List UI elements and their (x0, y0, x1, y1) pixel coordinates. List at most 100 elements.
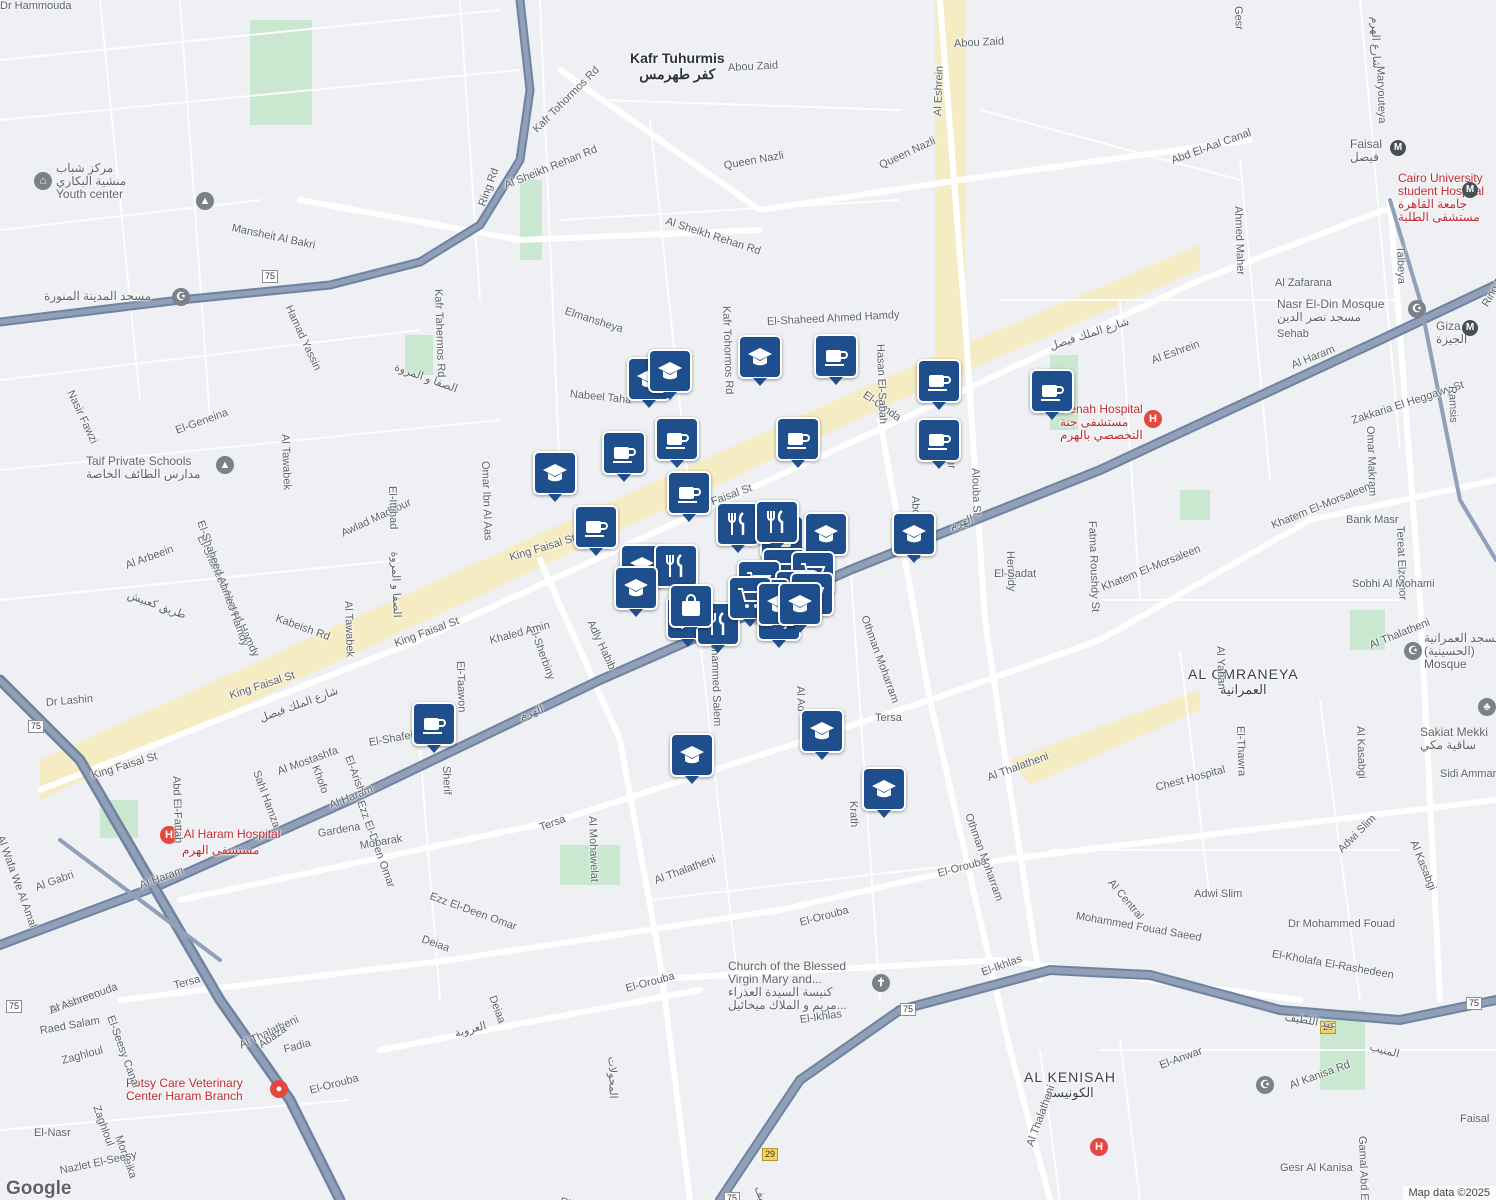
vet-icon: ● (270, 1080, 288, 1098)
poi-omraneya-mosque[interactable]: مسجد العمرانية (الحسينية) Mosque (1424, 632, 1496, 671)
road-label: El-Sadat (994, 568, 1037, 580)
metro-icon[interactable]: M (1390, 140, 1406, 156)
poi-name: Al Haram Hospital (183, 827, 281, 842)
cafe-marker[interactable] (412, 702, 456, 753)
restaurant-marker[interactable] (654, 544, 698, 595)
poi-name: فيصل (1350, 150, 1379, 164)
mosque-icon: ☪ (1256, 1076, 1274, 1094)
school-icon (810, 722, 834, 740)
road-shield: 29 (762, 1148, 779, 1161)
school-icon (872, 780, 896, 798)
road-label: Ramsis (1446, 385, 1460, 423)
school-marker[interactable] (533, 451, 577, 502)
road-label: Alouba St (969, 467, 983, 516)
school-icon (658, 362, 682, 380)
church-icon: ✝ (872, 974, 890, 992)
area-name-en: Kafr Tuhurmis (630, 50, 725, 66)
road-shield: 75 (262, 270, 279, 283)
poi-name: مسجد المدينة المنورة (44, 289, 152, 303)
school-marker[interactable] (862, 767, 906, 818)
road-label: Talbeya (1394, 245, 1408, 285)
restaurant-marker[interactable] (755, 500, 799, 551)
road-label: Gesr Al Kanisa (1280, 1162, 1353, 1174)
metro-icon[interactable]: M (1462, 182, 1478, 198)
poi-sakiat-mekki[interactable]: Sakiat Mekki ساقية مكي (1420, 726, 1488, 752)
poi-youth-center[interactable]: مركز شباب منشية البكاري Youth center (56, 162, 126, 201)
road-label: Sehab (1277, 328, 1309, 340)
road-label: Sidi Ammar (1440, 768, 1496, 780)
poi-name: مستشفى الطلبة (1398, 210, 1480, 224)
shopping-marker[interactable] (669, 584, 713, 635)
school-icon (680, 746, 704, 764)
poi-faisal-metro[interactable]: Faisal فيصل (1350, 138, 1382, 164)
cafe-marker[interactable] (917, 359, 961, 410)
road-label: Krath (847, 800, 860, 828)
road-label: Al Tawabek (342, 600, 356, 658)
area-name-en: AL OMRANEYA (1188, 666, 1299, 682)
poi-name: مسجد نصر الدين (1277, 310, 1361, 324)
road-label: El-Taawon (454, 660, 468, 713)
cafe-icon (787, 433, 810, 449)
school-marker[interactable] (670, 733, 714, 784)
road-label: الصفا و المروة (388, 551, 403, 618)
school-icon: ▲ (216, 456, 234, 474)
cafe-marker[interactable] (574, 505, 618, 556)
road-label: Al Yaban (1214, 645, 1228, 690)
school-icon (814, 525, 838, 543)
mosque-icon: ☪ (1408, 300, 1426, 318)
road-label: El-Nasr (34, 1127, 71, 1139)
road-label: Al Kasabgi (1354, 725, 1368, 779)
cafe-marker[interactable] (814, 334, 858, 385)
museum-icon: ⌂ (34, 172, 52, 190)
area-name-ar: كفر طهرمس (639, 66, 716, 82)
cafe-marker[interactable] (776, 417, 820, 468)
road-label: Faisal (1460, 1113, 1490, 1125)
cafe-marker[interactable] (655, 417, 699, 468)
poi-nasr-el-din-mosque[interactable]: Nasr El-Din Mosque مسجد نصر الدين (1277, 298, 1384, 324)
school-marker[interactable] (892, 512, 936, 563)
road-label: Gesr (1232, 5, 1245, 31)
map-canvas[interactable]: Kafr Tuhurmis كفر طهرمس AL OMRANEYA العم… (0, 0, 1496, 1200)
school-marker[interactable] (804, 512, 848, 563)
cafe-marker[interactable] (917, 418, 961, 469)
shopping-icon (682, 594, 700, 616)
road-label: El-Ittihad (386, 485, 400, 530)
cafe-icon (825, 350, 848, 366)
school-marker[interactable] (800, 709, 844, 760)
poi-taif-private-schools[interactable]: Taif Private Schools مدارس الطائف الخاصة (86, 455, 200, 481)
school-marker[interactable] (738, 335, 782, 386)
school-marker[interactable] (614, 566, 658, 617)
road-label: المحولات (605, 1056, 619, 1099)
cafe-icon (423, 718, 446, 734)
area-name-ar: الكونيسة (1046, 1085, 1094, 1100)
cafe-icon (678, 487, 701, 503)
restaurant-marker[interactable] (716, 502, 760, 553)
cafe-icon (1041, 385, 1064, 401)
cafe-marker[interactable] (602, 431, 646, 482)
school-marker[interactable] (648, 349, 692, 400)
hospital-icon: H (1144, 410, 1162, 428)
road-label: شارع الهرم (1368, 16, 1383, 69)
metro-icon[interactable]: M (1462, 320, 1478, 336)
road-label: Tersa (875, 712, 902, 724)
road-shield: 75 (28, 720, 45, 733)
school-icon (902, 525, 926, 543)
school-icon: ▲ (196, 192, 214, 210)
restaurant-icon (767, 510, 784, 533)
cafe-marker[interactable] (667, 471, 711, 522)
road-label: El-Thawra (1234, 725, 1248, 777)
cafe-icon (666, 433, 689, 449)
school-marker[interactable] (778, 582, 822, 633)
restaurant-icon (728, 512, 745, 535)
poi-madina-mosque[interactable]: مسجد المدينة المنورة (44, 290, 151, 303)
road-label: Maryouteya (1374, 65, 1389, 124)
road-label: Dr Hammouda (0, 0, 72, 12)
poi-church-virgin-mary[interactable]: Church of the Blessed Virgin Mary and...… (728, 960, 847, 1012)
poi-petsy-care-veterinary[interactable]: Petsy Care Veterinary Center Haram Branc… (126, 1077, 243, 1103)
road-shield: 75 (900, 1003, 917, 1016)
road-shield: 75 (6, 1000, 23, 1013)
cafe-marker[interactable] (1030, 369, 1074, 420)
road-label: Ahmed Maher (1232, 205, 1247, 276)
road-shield: 75 (1466, 997, 1483, 1010)
poi-cairo-university-hospital[interactable]: Cairo University student Hospital جامعة … (1398, 172, 1484, 224)
